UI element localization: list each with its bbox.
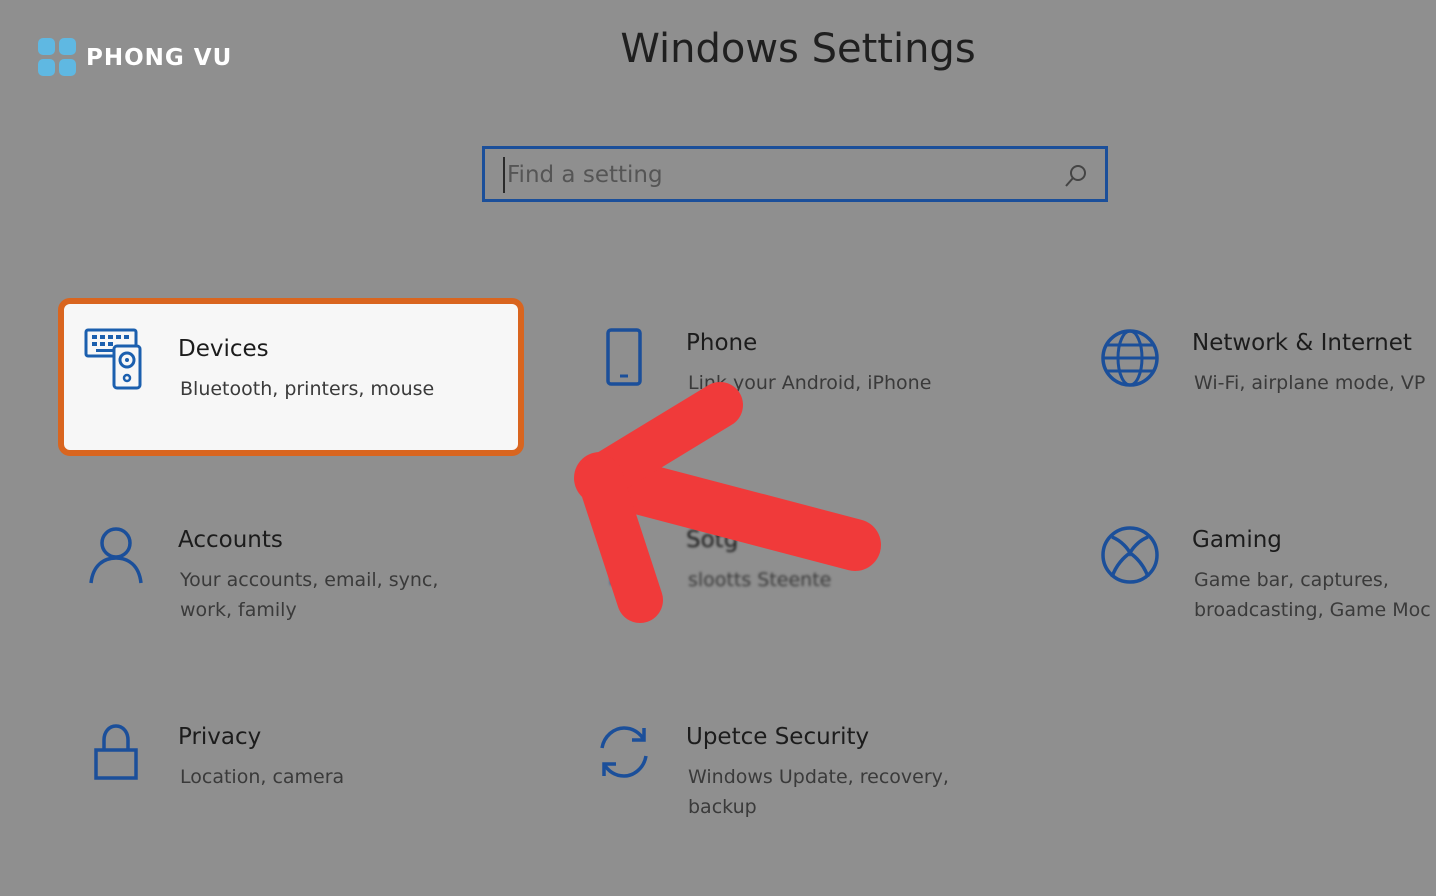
- phone-icon: [592, 326, 656, 390]
- tile-label: Privacy: [178, 724, 262, 750]
- tile-description: slootts Steente: [688, 569, 832, 591]
- time-language-icon: [592, 523, 656, 587]
- tile-network[interactable]: Network & Internet Wi-Fi, airplane mode,…: [1072, 298, 1436, 438]
- tile-update-security[interactable]: Upetce Security Windows Update, recovery…: [566, 692, 1026, 832]
- tile-gaming[interactable]: Gaming Game bar, captures, broadcasting,…: [1072, 495, 1436, 635]
- tile-accounts[interactable]: Accounts Your accounts, email, sync, wor…: [58, 495, 518, 635]
- tile-description: Location, camera: [180, 766, 345, 788]
- search-icon[interactable]: [1063, 163, 1089, 193]
- tile-description: Game bar, captures, broadcasting, Game M…: [1194, 569, 1431, 621]
- tile-description: Windows Update, recovery, backup: [688, 766, 949, 818]
- tile-description: Wi-Fi, airplane mode, VP: [1194, 372, 1426, 394]
- refresh-icon: [592, 720, 656, 784]
- devices-icon: [84, 326, 148, 390]
- tile-label: Gaming: [1192, 527, 1282, 553]
- lock-icon: [84, 720, 148, 784]
- tile-time-language[interactable]: Sotg slootts Steente: [566, 495, 1026, 635]
- tile-phone[interactable]: Phone Link your Android, iPhone: [566, 298, 1026, 438]
- tile-label: Sotg: [686, 527, 739, 553]
- tile-label: Phone: [686, 330, 758, 356]
- tile-description: Your accounts, email, sync, work, family: [180, 569, 439, 621]
- tile-devices[interactable]: Devices Bluetooth, printers, mouse: [58, 298, 524, 456]
- tile-description: Link your Android, iPhone: [688, 372, 932, 394]
- globe-icon: [1098, 326, 1162, 390]
- tile-label: Devices: [178, 336, 269, 362]
- tile-label: Upetce Security: [686, 724, 870, 750]
- page-title: Windows Settings: [620, 26, 976, 72]
- tile-label: Network & Internet: [1192, 330, 1412, 356]
- tile-privacy[interactable]: Privacy Location, camera: [58, 692, 518, 832]
- search-input[interactable]: [503, 157, 1049, 193]
- tile-label: Accounts: [178, 527, 283, 553]
- xbox-icon: [1098, 523, 1162, 587]
- tile-description: Bluetooth, printers, mouse: [180, 378, 435, 400]
- search-box[interactable]: [482, 146, 1108, 202]
- person-icon: [84, 523, 148, 587]
